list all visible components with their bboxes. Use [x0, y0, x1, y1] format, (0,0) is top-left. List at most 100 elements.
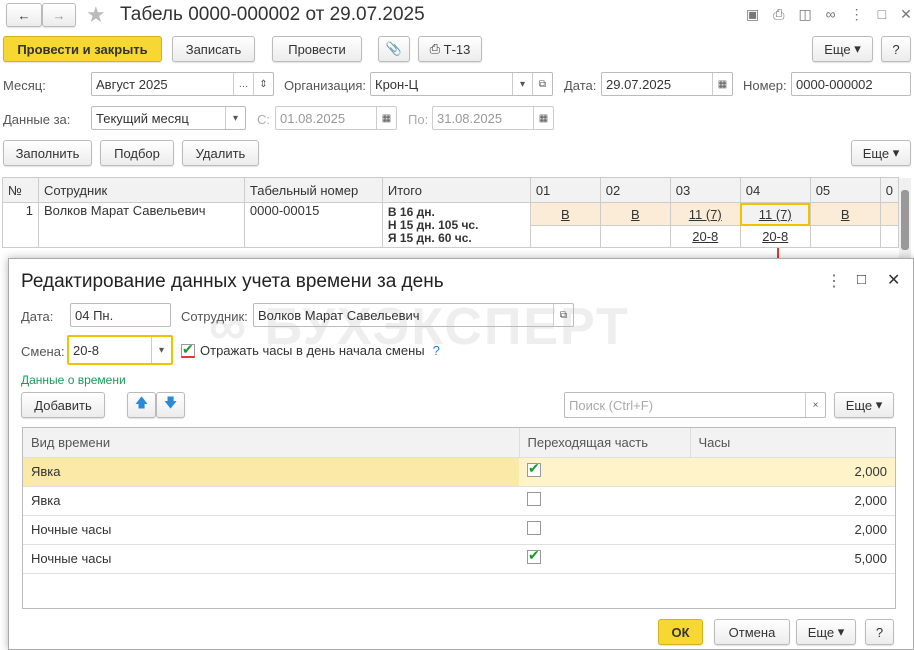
maximize-icon[interactable]: □: [857, 271, 866, 288]
checkbox-icon[interactable]: [181, 341, 195, 358]
hours-cell[interactable]: 2,000: [690, 515, 895, 545]
save-button[interactable]: Записать: [172, 36, 255, 62]
table-row[interactable]: Ночные часы 2,000: [23, 515, 895, 545]
dropdown-icon[interactable]: ▾: [151, 337, 171, 363]
number-field[interactable]: 0000-000002: [791, 72, 911, 96]
search-input[interactable]: Поиск (Ctrl+F) ×: [564, 392, 826, 418]
scrollbar[interactable]: [899, 178, 911, 258]
select-button[interactable]: Подбор: [100, 140, 174, 166]
col-day-02[interactable]: 02: [599, 177, 671, 203]
table-row-selected[interactable]: Явка 2,000: [23, 457, 895, 487]
shift-cell[interactable]: [599, 225, 671, 248]
tab-number-cell[interactable]: 0000-00015: [243, 202, 383, 248]
open-icon[interactable]: ⧉: [532, 73, 552, 95]
shift-cell[interactable]: [529, 225, 601, 248]
day-cell-selected[interactable]: 11 (7): [739, 202, 811, 226]
select-button[interactable]: …: [233, 73, 253, 95]
col-total[interactable]: Итого: [381, 177, 531, 203]
col-day-04[interactable]: 04: [739, 177, 811, 203]
table-row[interactable]: 1 Волков Марат Савельевич 0000-00015 В 1…: [2, 202, 900, 248]
day-cell[interactable]: В: [809, 202, 881, 226]
calendar-icon[interactable]: ▦: [712, 73, 732, 95]
add-button[interactable]: Добавить: [21, 392, 105, 418]
more-button[interactable]: Еще ▾: [851, 140, 911, 166]
move-down-button[interactable]: 🡇: [156, 392, 185, 418]
type-cell[interactable]: Явка: [23, 486, 519, 516]
shift-cell[interactable]: [879, 225, 900, 248]
help-link[interactable]: ?: [433, 343, 440, 358]
month-field[interactable]: Август 2025… ⇕: [91, 72, 274, 96]
post-and-close-button[interactable]: Провести и закрыть: [3, 36, 162, 62]
save-icon[interactable]: ▣: [746, 6, 773, 22]
hours-cell[interactable]: 2,000: [690, 457, 895, 487]
type-cell[interactable]: Ночные часы: [23, 544, 519, 574]
day-cell[interactable]: 11 (7): [669, 202, 741, 226]
preview-icon[interactable]: ◫: [798, 6, 825, 22]
clear-icon[interactable]: ×: [805, 393, 825, 417]
post-button[interactable]: Провести: [272, 36, 362, 62]
help-button[interactable]: ?: [865, 619, 894, 645]
day-cell[interactable]: В: [529, 202, 601, 226]
link-icon[interactable]: ∞: [826, 6, 850, 22]
col-hours[interactable]: Часы: [689, 428, 895, 458]
fill-button[interactable]: Заполнить: [3, 140, 92, 166]
help-button[interactable]: ?: [881, 36, 911, 62]
ok-button[interactable]: ОК: [658, 619, 703, 645]
reflect-checkbox[interactable]: Отражать часы в день начала смены ?: [181, 341, 440, 358]
col-number[interactable]: №: [2, 177, 39, 203]
attach-button[interactable]: 📎: [378, 36, 410, 62]
employee-cell[interactable]: Волков Марат Савельевич: [37, 202, 245, 248]
hours-cell[interactable]: 2,000: [690, 486, 895, 516]
type-cell[interactable]: Ночные часы: [23, 515, 519, 545]
col-type[interactable]: Вид времени: [23, 428, 519, 458]
col-carry[interactable]: Переходящая часть: [518, 428, 690, 458]
col-tab-number[interactable]: Табельный номер: [243, 177, 383, 203]
from-field[interactable]: 01.08.2025 ▦: [275, 106, 397, 130]
shift-cell[interactable]: [809, 225, 881, 248]
carry-checkbox[interactable]: [527, 547, 541, 564]
print-icon[interactable]: ⎙: [773, 6, 798, 22]
to-field[interactable]: 31.08.2025 ▦: [432, 106, 554, 130]
table-row[interactable]: Ночные часы 5,000: [23, 544, 895, 574]
dropdown-icon[interactable]: ▾: [512, 73, 532, 95]
close-icon[interactable]: ✕: [887, 270, 900, 290]
menu-icon[interactable]: ⋮: [850, 6, 878, 22]
org-field[interactable]: Крон-Ц ▾ ⧉: [370, 72, 553, 96]
carry-checkbox[interactable]: [527, 492, 541, 506]
day-cell[interactable]: В: [599, 202, 671, 226]
col-day-05[interactable]: 05: [809, 177, 881, 203]
hours-cell[interactable]: 5,000: [690, 544, 895, 574]
table-row[interactable]: Явка 2,000: [23, 486, 895, 516]
col-day-03[interactable]: 03: [669, 177, 741, 203]
date-field[interactable]: 29.07.2025 ▦: [601, 72, 733, 96]
more-button[interactable]: Еще ▾: [796, 619, 856, 645]
dropdown-icon[interactable]: ▾: [225, 107, 245, 129]
employee-field[interactable]: Волков Марат Савельевич ⧉: [253, 303, 574, 327]
type-cell[interactable]: Явка: [23, 457, 519, 487]
carry-checkbox[interactable]: [527, 460, 541, 477]
shift-cell[interactable]: 20-8: [739, 225, 811, 248]
move-up-button[interactable]: 🡅: [127, 392, 156, 418]
maximize-icon[interactable]: □: [878, 6, 900, 22]
more-button[interactable]: Еще ▾: [834, 392, 894, 418]
day-cell[interactable]: [879, 202, 900, 226]
calendar-icon[interactable]: ▦: [376, 107, 396, 129]
t13-button[interactable]: ⎙ Т-13: [418, 36, 482, 62]
calendar-icon[interactable]: ▦: [533, 107, 553, 129]
spin-icon[interactable]: ⇕: [253, 73, 273, 95]
shift-field[interactable]: 20-8 ▾: [67, 335, 173, 365]
open-icon[interactable]: ⧉: [553, 304, 573, 326]
more-button[interactable]: Еще ▾: [812, 36, 873, 62]
carry-checkbox[interactable]: [527, 521, 541, 535]
period-field[interactable]: Текущий месяц ▾: [91, 106, 246, 130]
delete-button[interactable]: Удалить: [182, 140, 259, 166]
menu-icon[interactable]: ⋮: [826, 271, 842, 291]
shift-cell[interactable]: 20-8: [669, 225, 741, 248]
close-icon[interactable]: ✕: [900, 6, 914, 22]
cancel-button[interactable]: Отмена: [714, 619, 790, 645]
col-employee[interactable]: Сотрудник: [37, 177, 245, 203]
col-day-06[interactable]: 0: [879, 177, 900, 203]
back-button[interactable]: ←: [6, 3, 42, 27]
date-field[interactable]: 04 Пн.: [70, 303, 171, 327]
col-day-01[interactable]: 01: [529, 177, 601, 203]
